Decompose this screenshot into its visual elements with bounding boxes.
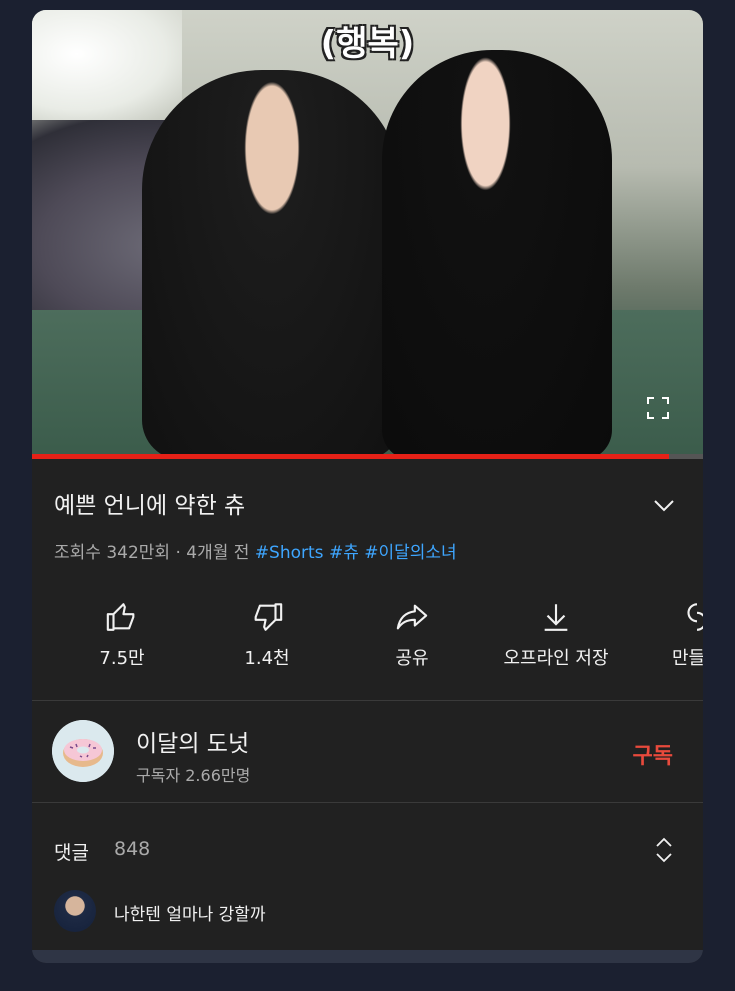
chevron-down-icon[interactable] (652, 494, 676, 518)
action-bar: 7.5만 1.4천 공유 오프라인 저장 만들 (32, 600, 703, 690)
top-comment-text: 나한텐 얼마나 강할까 (114, 905, 266, 925)
subscriber-count: 구독자 2.66만명 (136, 766, 251, 785)
channel-name[interactable]: 이달의 도넛 (136, 724, 249, 758)
channel-row[interactable]: 이달의 도넛 구독자 2.66만명 구독 (52, 720, 683, 790)
download-label: 오프라인 저장 (503, 648, 609, 669)
subscribe-button[interactable]: 구독 (633, 738, 673, 770)
view-count: 조회수 342만회 · 4개월 전 (54, 543, 250, 563)
video-progress-bar[interactable] (32, 454, 703, 459)
share-icon (396, 604, 428, 630)
remix-label: 만들 (672, 648, 703, 669)
comments-section[interactable]: 댓글 848 나한텐 얼마나 강할까 (54, 828, 684, 948)
download-icon (544, 604, 568, 631)
video-caption: (행복) (320, 24, 415, 64)
video-title-row[interactable]: 예쁜 언니에 약한 츄 (54, 488, 684, 524)
divider (32, 700, 703, 701)
divider (32, 802, 703, 803)
channel-avatar[interactable] (52, 720, 114, 782)
dislike-button[interactable]: 1.4천 (237, 600, 297, 670)
commenter-avatar[interactable] (54, 890, 96, 932)
expand-icon[interactable] (654, 836, 674, 864)
comments-title: 댓글 (54, 842, 89, 864)
share-button[interactable]: 공유 (382, 600, 442, 670)
bottom-bar (32, 950, 703, 963)
video-meta: 조회수 342만회 · 4개월 전 #Shorts #츄 #이달의소녀 (54, 538, 457, 563)
like-count: 7.5만 (99, 648, 145, 669)
share-label: 공유 (395, 648, 429, 669)
video-title: 예쁜 언니에 약한 츄 (54, 493, 246, 519)
thumbs-up-icon (106, 603, 135, 631)
remix-button[interactable]: 만들 (672, 600, 703, 670)
comments-count: 848 (114, 838, 151, 860)
youtube-app: (행복) 예쁜 언니에 약한 츄 조회수 342만회 · 4개월 전 #Shor… (32, 10, 703, 963)
fullscreen-icon[interactable] (646, 396, 670, 420)
video-progress-fill (32, 454, 670, 459)
dislike-count: 1.4천 (244, 648, 290, 669)
thumbs-down-icon (254, 603, 283, 631)
hashtag-shorts[interactable]: #Shorts (255, 543, 324, 563)
hashtag-loona[interactable]: #이달의소녀 (364, 543, 456, 563)
hashtag-chuu[interactable]: #츄 (329, 543, 359, 563)
video-player[interactable]: (행복) (32, 10, 703, 458)
video-person-left (142, 70, 402, 458)
like-button[interactable]: 7.5만 (92, 600, 152, 670)
download-button[interactable]: 오프라인 저장 (492, 600, 620, 670)
remix-icon (687, 603, 703, 631)
video-person-right (382, 50, 612, 458)
